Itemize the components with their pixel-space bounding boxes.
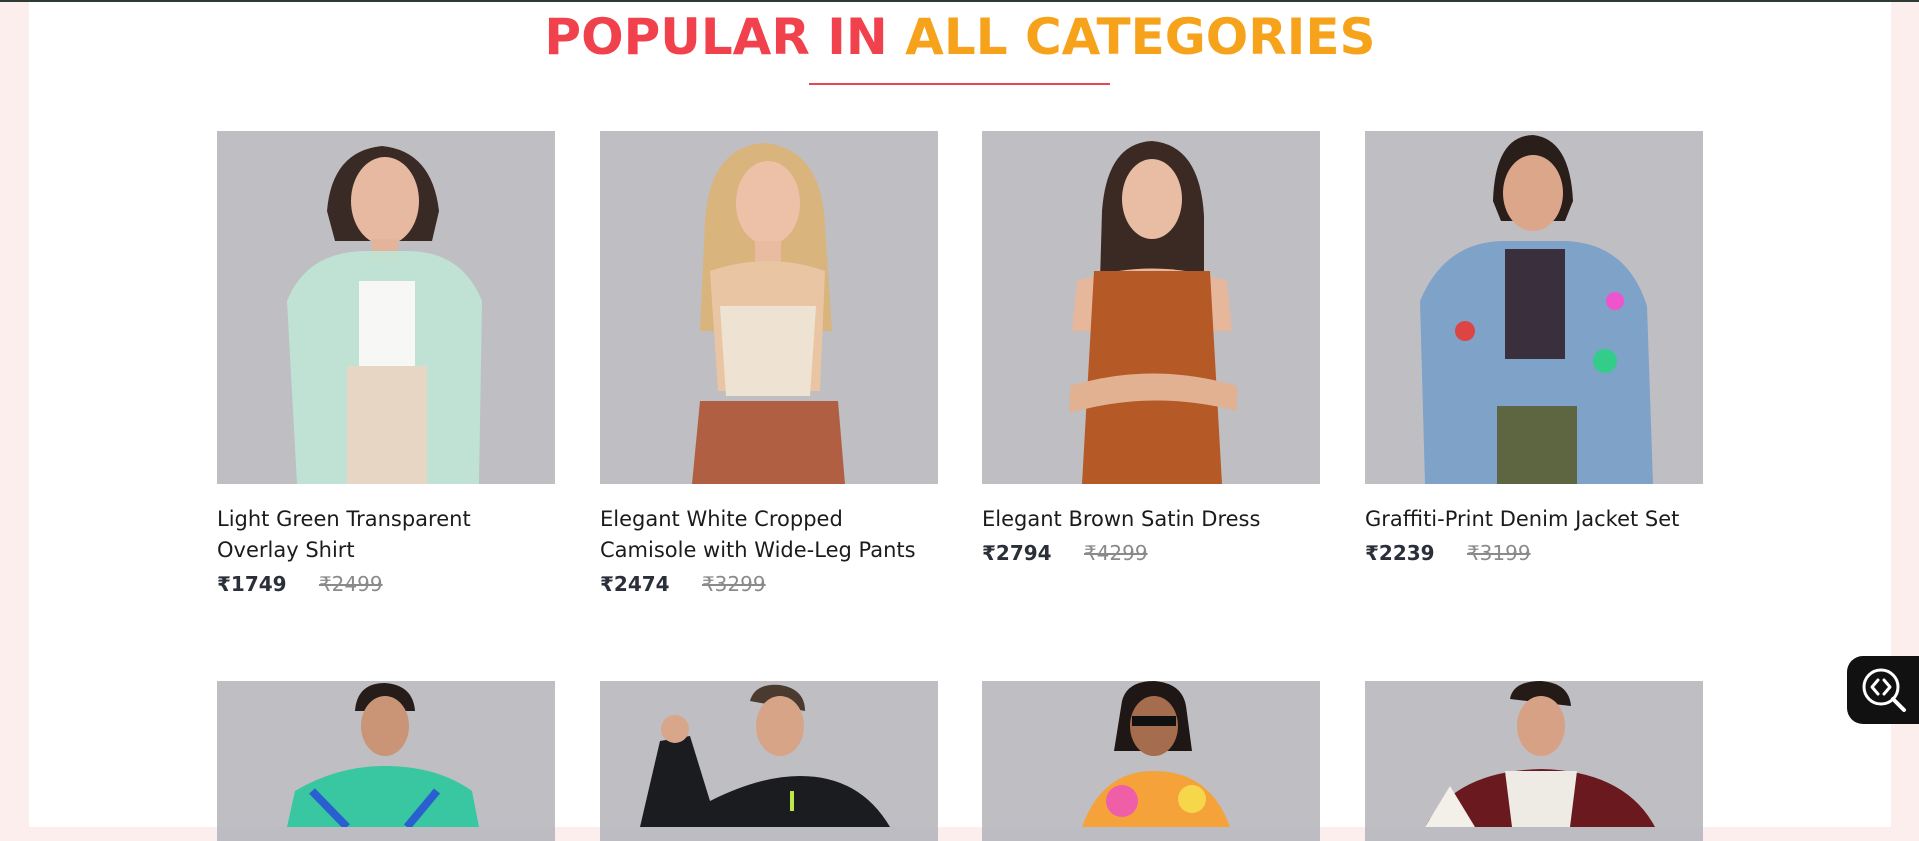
product-price: ₹1749: [217, 572, 287, 596]
product-title[interactable]: Elegant White Cropped Camisole with Wide…: [600, 504, 938, 566]
product-card[interactable]: [217, 681, 555, 841]
product-card[interactable]: Light Green Transparent Overlay Shirt ₹1…: [217, 131, 555, 596]
product-prices: ₹2239 ₹3199: [1365, 541, 1703, 565]
heading-part-b: ALL CATEGORIES: [905, 8, 1376, 66]
product-old-price: ₹3199: [1466, 541, 1531, 565]
product-image[interactable]: [600, 131, 938, 484]
product-title[interactable]: Graffiti-Print Denim Jacket Set: [1365, 504, 1703, 535]
code-search-widget[interactable]: [1847, 656, 1919, 724]
popular-section: POPULAR IN ALL CATEGORIES Light Green Tr…: [29, 2, 1891, 841]
product-price: ₹2474: [600, 572, 670, 596]
code-search-icon: [1862, 668, 1906, 712]
product-prices: ₹1749 ₹2499: [217, 572, 555, 596]
product-image[interactable]: [982, 681, 1320, 841]
product-card[interactable]: Elegant White Cropped Camisole with Wide…: [600, 131, 938, 596]
product-card[interactable]: [600, 681, 938, 841]
product-old-price: ₹2499: [318, 572, 383, 596]
product-card[interactable]: [982, 681, 1320, 841]
product-prices: ₹2474 ₹3299: [600, 572, 938, 596]
section-heading: POPULAR IN ALL CATEGORIES: [29, 8, 1891, 66]
product-image[interactable]: [217, 681, 555, 841]
product-image[interactable]: [600, 681, 938, 841]
product-prices: ₹2794 ₹4299: [982, 541, 1320, 565]
product-old-price: ₹4299: [1083, 541, 1148, 565]
product-card[interactable]: [1365, 681, 1703, 841]
product-price: ₹2794: [982, 541, 1052, 565]
product-card[interactable]: Graffiti-Print Denim Jacket Set ₹2239 ₹3…: [1365, 131, 1703, 565]
heading-part-a: POPULAR IN: [544, 8, 888, 66]
product-image[interactable]: [217, 131, 555, 484]
heading-underline: [809, 83, 1110, 85]
product-old-price: ₹3299: [701, 572, 766, 596]
product-price: ₹2239: [1365, 541, 1435, 565]
product-title[interactable]: Elegant Brown Satin Dress: [982, 504, 1320, 535]
product-image[interactable]: [1365, 681, 1703, 841]
product-title[interactable]: Light Green Transparent Overlay Shirt: [217, 504, 555, 566]
product-card[interactable]: Elegant Brown Satin Dress ₹2794 ₹4299: [982, 131, 1320, 565]
product-image[interactable]: [982, 131, 1320, 484]
product-image[interactable]: [1365, 131, 1703, 484]
